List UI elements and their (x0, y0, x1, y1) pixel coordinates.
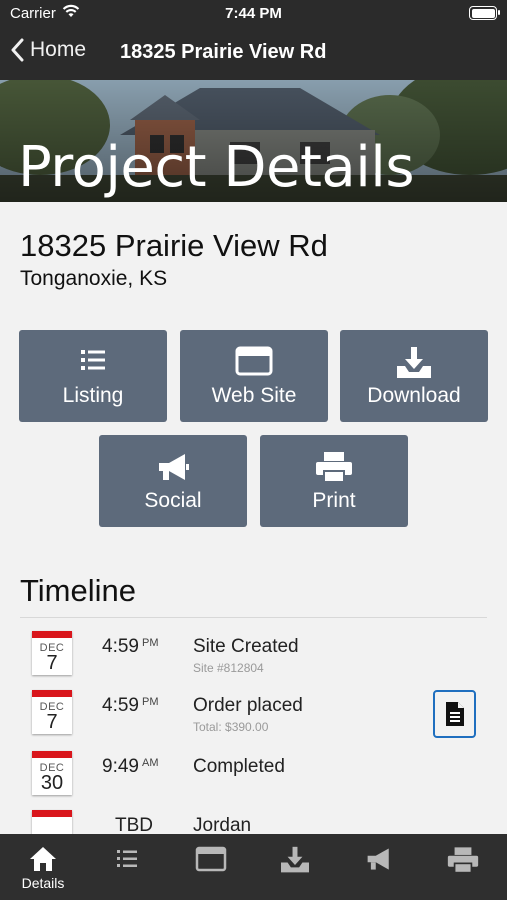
home-icon (1, 846, 85, 874)
printer-icon (260, 451, 408, 483)
timeline-subtitle: Total: $390.00 (193, 720, 269, 734)
tab-print[interactable] (421, 834, 505, 900)
tab-details[interactable]: Details (1, 834, 85, 900)
list-icon (85, 846, 169, 874)
hero-banner: Project Details (0, 80, 507, 202)
tab-social[interactable] (337, 834, 421, 900)
chevron-left-icon (11, 38, 24, 62)
status-bar: Carrier 7:44 PM (0, 0, 507, 26)
calendar-icon: DEC 7 (32, 631, 72, 675)
tab-website[interactable] (169, 834, 253, 900)
listing-button[interactable]: Listing (19, 330, 167, 422)
tab-download[interactable] (253, 834, 337, 900)
timeline-title: Completed (193, 756, 285, 777)
download-icon (340, 346, 488, 378)
navigation-bar: Home 18325 Prairie View Rd (0, 26, 507, 80)
calendar-icon: DEC 7 (32, 690, 72, 734)
download-icon (253, 846, 337, 874)
view-invoice-button[interactable] (433, 690, 476, 738)
print-button[interactable]: Print (260, 435, 408, 527)
tab-bar: Details (0, 834, 507, 900)
download-button[interactable]: Download (340, 330, 488, 422)
tab-details-label: Details (21, 875, 65, 891)
timeline-time: 4:59 PM (102, 695, 159, 716)
timeline-heading: Timeline (20, 573, 136, 608)
timeline-item: DEC 7 4:59 PM Site Created Site #812804 (0, 631, 507, 691)
calendar-icon: DEC 30 (32, 751, 72, 795)
megaphone-icon (99, 451, 247, 483)
nav-title: 18325 Prairie View Rd (120, 41, 327, 63)
property-city: Tonganoxie, KS (20, 267, 168, 290)
print-label: Print (312, 489, 356, 512)
download-label: Download (367, 384, 461, 407)
property-address: 18325 Prairie View Rd (20, 228, 328, 263)
timeline-title: Order placed (193, 695, 303, 716)
status-time: 7:44 PM (225, 5, 282, 22)
website-button[interactable]: Web Site (180, 330, 328, 422)
website-label: Web Site (211, 384, 297, 407)
timeline-time: 4:59 PM (102, 636, 159, 657)
browser-window-icon (169, 846, 253, 874)
browser-window-icon (180, 346, 328, 378)
calendar-day: 7 (46, 652, 58, 674)
timeline-title: Site Created (193, 636, 299, 657)
timeline-subtitle: Site #812804 (193, 661, 264, 675)
printer-icon (421, 846, 505, 874)
document-icon (445, 702, 464, 726)
social-label: Social (144, 489, 202, 512)
calendar-day: 30 (40, 772, 64, 794)
timeline-time: 9:49 AM (102, 756, 159, 777)
timeline-item: DEC 7 4:59 PM Order placed Total: $390.00 (0, 690, 507, 750)
megaphone-icon (337, 846, 421, 874)
hero-title: Project Details (18, 135, 415, 200)
calendar-day: 7 (46, 711, 58, 733)
battery-icon (469, 6, 500, 20)
timeline-divider (20, 617, 487, 618)
tab-listing[interactable] (85, 834, 169, 900)
timeline-item: DEC 30 9:49 AM Completed (0, 751, 507, 811)
list-icon (19, 346, 167, 378)
listing-label: Listing (62, 384, 124, 407)
social-button[interactable]: Social (99, 435, 247, 527)
